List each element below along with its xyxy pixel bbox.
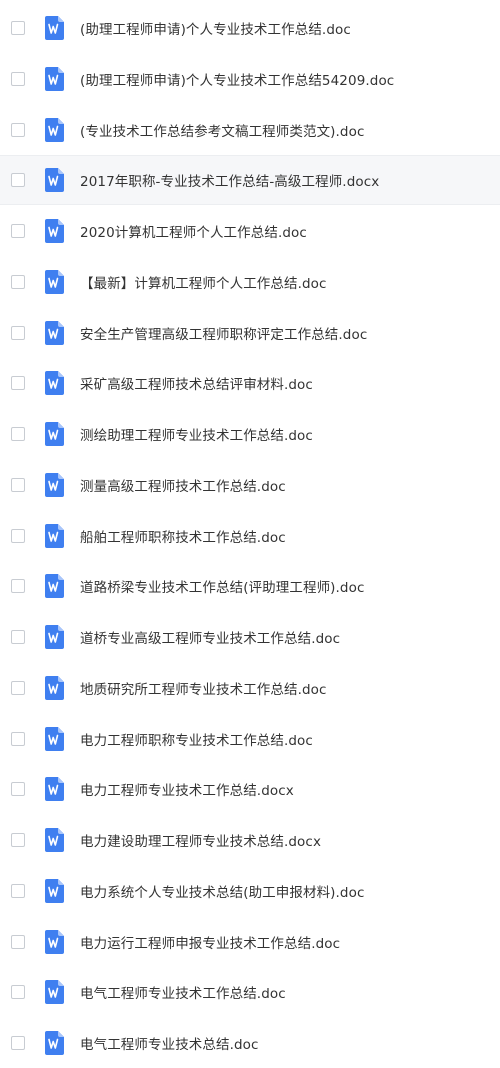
word-document-icon xyxy=(45,472,64,497)
file-row[interactable]: 电力工程师职称专业技术工作总结.doc xyxy=(0,714,500,764)
word-document-icon xyxy=(45,320,64,345)
file-row[interactable]: (专业技术工作总结参考文稿工程师类范文).doc xyxy=(0,105,500,155)
file-name: 道桥专业高级工程师专业技术工作总结.doc xyxy=(80,631,341,647)
file-name: 测量高级工程师技术工作总结.doc xyxy=(80,478,286,495)
file-row[interactable]: 电力工程师专业技术工作总结.docx xyxy=(0,764,500,814)
row-checkbox[interactable] xyxy=(11,731,25,746)
word-document-icon xyxy=(45,828,64,852)
row-checkbox[interactable] xyxy=(11,21,25,35)
file-name: (助理工程师申请)个人专业技术工作总结.doc xyxy=(80,22,351,38)
word-document-icon xyxy=(45,422,64,446)
row-checkbox[interactable] xyxy=(11,427,25,441)
row-checkbox[interactable] xyxy=(11,883,25,898)
file-row[interactable]: 安全生产管理高级工程师职称评定工作总结.doc xyxy=(0,308,500,358)
row-checkbox[interactable] xyxy=(11,833,25,847)
word-document-icon xyxy=(45,269,64,294)
row-checkbox[interactable] xyxy=(11,579,25,594)
file-name: 2020计算机工程师个人工作总结.doc xyxy=(80,225,307,241)
file-row[interactable]: 电气工程师专业技术工作总结.doc xyxy=(0,967,500,1017)
row-checkbox[interactable] xyxy=(11,376,25,391)
word-document-icon xyxy=(45,878,64,903)
word-document-icon xyxy=(45,980,64,1005)
word-document-icon xyxy=(45,574,64,599)
file-row[interactable]: 2017年职称-专业技术工作总结-高级工程师.docx xyxy=(0,155,500,206)
row-checkbox[interactable] xyxy=(11,122,25,137)
word-document-icon xyxy=(45,371,64,396)
file-name: 测绘助理工程师专业技术工作总结.doc xyxy=(80,428,313,444)
word-document-icon xyxy=(45,16,64,40)
file-name: (专业技术工作总结参考文稿工程师类范文).doc xyxy=(80,123,365,140)
file-row[interactable]: 电力系统个人专业技术总结(助工申报材料).doc xyxy=(0,866,500,916)
file-row[interactable]: 电气工程师专业技术总结.doc xyxy=(0,1018,500,1068)
row-checkbox[interactable] xyxy=(11,224,25,238)
file-row[interactable]: 道桥专业高级工程师专业技术工作总结.doc xyxy=(0,612,500,662)
file-row[interactable]: 地质研究所工程师专业技术工作总结.doc xyxy=(0,663,500,713)
row-checkbox[interactable] xyxy=(11,985,25,1000)
file-name: 电力运行工程师申报专业技术工作总结.doc xyxy=(80,935,341,952)
file-row[interactable]: 测量高级工程师技术工作总结.doc xyxy=(0,460,500,510)
file-row[interactable]: (助理工程师申请)个人专业技术工作总结54209.doc xyxy=(0,54,500,104)
word-document-icon xyxy=(45,777,64,802)
word-document-icon xyxy=(45,929,64,954)
file-name: 电力工程师专业技术工作总结.docx xyxy=(80,783,294,800)
word-document-icon xyxy=(45,66,64,91)
file-name: 电气工程师专业技术总结.doc xyxy=(80,1037,259,1053)
file-row[interactable]: 2020计算机工程师个人工作总结.doc xyxy=(0,206,500,256)
word-document-icon xyxy=(45,523,64,548)
file-row[interactable]: (助理工程师申请)个人专业技术工作总结.doc xyxy=(0,3,500,53)
word-document-icon xyxy=(45,726,64,751)
row-checkbox[interactable] xyxy=(11,934,25,949)
file-name: 电力建设助理工程师专业技术总结.docx xyxy=(80,834,322,850)
file-name: 采矿高级工程师技术总结评审材料.doc xyxy=(80,377,313,394)
file-name: (助理工程师申请)个人专业技术工作总结54209.doc xyxy=(80,72,395,89)
row-checkbox[interactable] xyxy=(11,1036,25,1050)
row-checkbox[interactable] xyxy=(11,173,25,188)
word-document-icon xyxy=(45,168,64,193)
file-name: 电气工程师专业技术工作总结.doc xyxy=(80,986,286,1003)
file-name: 安全生产管理高级工程师职称评定工作总结.doc xyxy=(80,326,368,343)
file-name: 地质研究所工程师专业技术工作总结.doc xyxy=(80,681,327,698)
word-document-icon xyxy=(45,625,64,649)
row-checkbox[interactable] xyxy=(11,71,25,86)
file-row[interactable]: 采矿高级工程师技术总结评审材料.doc xyxy=(0,358,500,408)
word-document-icon xyxy=(45,675,64,700)
row-checkbox[interactable] xyxy=(11,325,25,340)
row-checkbox[interactable] xyxy=(11,528,25,543)
file-row[interactable]: 道路桥梁专业技术工作总结(评助理工程师).doc xyxy=(0,561,500,611)
word-document-icon xyxy=(45,1031,64,1055)
file-row[interactable]: 电力建设助理工程师专业技术总结.docx xyxy=(0,815,500,865)
file-row[interactable]: 船舶工程师职称技术工作总结.doc xyxy=(0,511,500,561)
file-name: 船舶工程师职称技术工作总结.doc xyxy=(80,529,286,546)
row-checkbox[interactable] xyxy=(11,274,25,289)
row-checkbox[interactable] xyxy=(11,680,25,695)
file-name: 电力系统个人专业技术总结(助工申报材料).doc xyxy=(80,884,365,901)
file-row[interactable]: 【最新】计算机工程师个人工作总结.doc xyxy=(0,257,500,307)
row-checkbox[interactable] xyxy=(11,630,25,644)
file-name: 电力工程师职称专业技术工作总结.doc xyxy=(80,732,313,749)
file-name: 【最新】计算机工程师个人工作总结.doc xyxy=(80,275,327,292)
file-name: 道路桥梁专业技术工作总结(评助理工程师).doc xyxy=(80,580,365,597)
file-row[interactable]: 测绘助理工程师专业技术工作总结.doc xyxy=(0,409,500,459)
file-name: 2017年职称-专业技术工作总结-高级工程师.docx xyxy=(80,174,380,191)
word-document-icon xyxy=(45,117,64,142)
word-document-icon xyxy=(45,219,64,243)
row-checkbox[interactable] xyxy=(11,782,25,797)
file-list: (助理工程师申请)个人专业技术工作总结.doc (助理工程师申请)个人专业技术工作… xyxy=(0,0,500,1068)
file-row[interactable]: 电力运行工程师申报专业技术工作总结.doc xyxy=(0,917,500,967)
row-checkbox[interactable] xyxy=(11,477,25,492)
